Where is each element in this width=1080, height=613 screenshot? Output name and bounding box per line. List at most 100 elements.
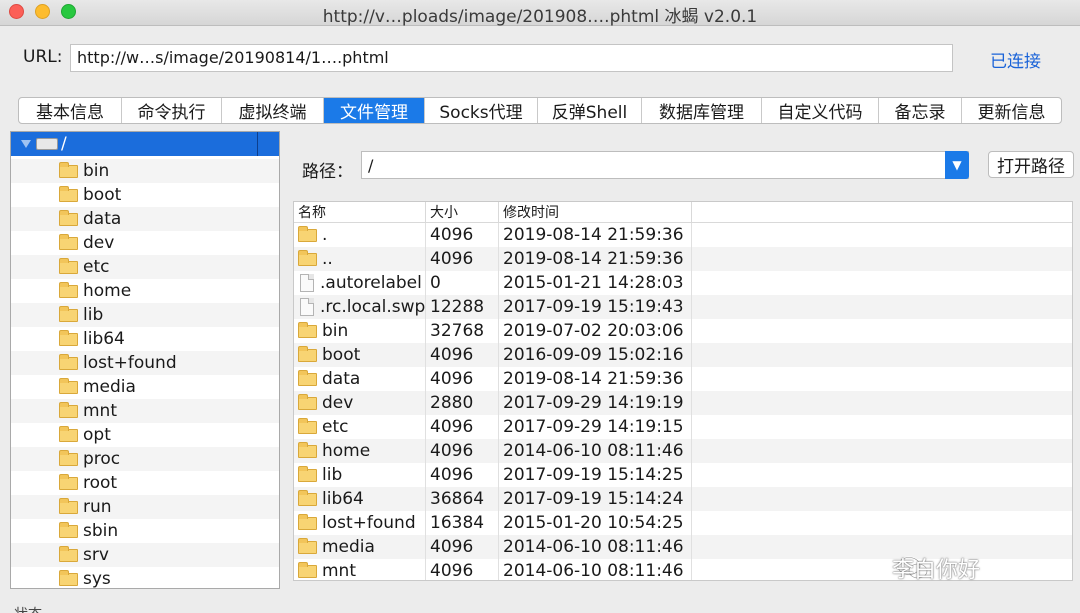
tree-item[interactable]: lib xyxy=(11,303,279,327)
file-name: bin xyxy=(322,321,349,341)
tree-item[interactable]: run xyxy=(11,495,279,519)
tree-item-label: sys xyxy=(83,569,111,589)
tab-custom-code[interactable]: 自定义代码 xyxy=(762,98,879,123)
tab-reverse-shell[interactable]: 反弹Shell xyxy=(538,98,642,123)
table-row[interactable]: boot 4096 2016-09-09 15:02:16 xyxy=(294,343,1072,367)
table-row[interactable]: data 4096 2019-08-14 21:59:36 xyxy=(294,367,1072,391)
cell-modified: 2017-09-19 15:14:24 xyxy=(499,487,692,511)
column-header-name[interactable]: 名称 xyxy=(294,202,426,222)
table-row[interactable]: lib64 36864 2017-09-19 15:14:24 xyxy=(294,487,1072,511)
cell-modified: 2017-09-29 14:19:15 xyxy=(499,415,692,439)
tab-command-exec[interactable]: 命令执行 xyxy=(122,98,222,123)
tree-item[interactable]: media xyxy=(11,375,279,399)
expand-triangle-icon[interactable] xyxy=(21,140,31,148)
tab-update-info[interactable]: 更新信息 xyxy=(962,98,1061,123)
tree-item[interactable]: root xyxy=(11,471,279,495)
file-name: media xyxy=(322,537,375,557)
open-path-button[interactable]: 打开路径 xyxy=(988,151,1074,178)
tree-item[interactable]: data xyxy=(11,207,279,231)
file-name: mnt xyxy=(322,561,356,581)
cell-size: 36864 xyxy=(426,487,499,511)
cell-modified: 2019-07-02 20:03:06 xyxy=(499,319,692,343)
tab-bar: 基本信息 命令执行 虚拟终端 文件管理 Socks代理 反弹Shell 数据库管… xyxy=(18,97,1062,124)
folder-icon xyxy=(59,377,78,394)
table-row[interactable]: bin 32768 2019-07-02 20:03:06 xyxy=(294,319,1072,343)
window-title: http://v…ploads/image/201908….phtml 冰蝎 v… xyxy=(322,7,758,27)
cell-size: 4096 xyxy=(426,559,499,580)
file-name: lib64 xyxy=(322,489,364,509)
table-row[interactable]: home 4096 2014-06-10 08:11:46 xyxy=(294,439,1072,463)
file-name: etc xyxy=(322,417,349,437)
tree-item[interactable]: lib64 xyxy=(11,327,279,351)
tab-virtual-terminal[interactable]: 虚拟终端 xyxy=(222,98,324,123)
tab-database-manager[interactable]: 数据库管理 xyxy=(642,98,762,123)
tree-item[interactable]: etc xyxy=(11,255,279,279)
cell-name: media xyxy=(294,535,426,559)
path-combobox[interactable]: / ▼ xyxy=(361,151,969,179)
tree-item[interactable]: bin xyxy=(11,159,279,183)
folder-icon xyxy=(298,321,317,338)
folder-icon xyxy=(59,161,78,178)
path-value: / xyxy=(368,156,374,175)
tree-item[interactable]: srv xyxy=(11,543,279,567)
file-icon xyxy=(300,298,314,316)
cell-name: bin xyxy=(294,319,426,343)
file-name: . xyxy=(322,225,328,245)
tab-socks-proxy[interactable]: Socks代理 xyxy=(425,98,538,123)
folder-icon xyxy=(59,209,78,226)
url-label: URL: xyxy=(23,47,63,67)
table-row[interactable]: etc 4096 2017-09-29 14:19:15 xyxy=(294,415,1072,439)
tree-item[interactable]: sys xyxy=(11,567,279,589)
directory-tree[interactable]: / bin boot data dev etc home lib lib64 lost+foun… xyxy=(10,131,280,589)
column-header-size[interactable]: 大小 xyxy=(426,202,499,222)
tree-item[interactable]: lost+found xyxy=(11,351,279,375)
status-bar-label: 状态 xyxy=(14,604,42,613)
folder-icon xyxy=(59,329,78,346)
table-row[interactable]: .. 4096 2019-08-14 21:59:36 xyxy=(294,247,1072,271)
cell-size: 12288 xyxy=(426,295,499,319)
tree-item[interactable]: opt xyxy=(11,423,279,447)
tree-item-label: home xyxy=(83,281,132,301)
folder-icon xyxy=(59,185,78,202)
tab-notes[interactable]: 备忘录 xyxy=(879,98,962,123)
cell-modified: 2015-01-21 14:28:03 xyxy=(499,271,692,295)
file-name: .autorelabel xyxy=(320,273,422,293)
table-row[interactable]: lib 4096 2017-09-19 15:14:25 xyxy=(294,463,1072,487)
tree-item[interactable]: boot xyxy=(11,183,279,207)
cell-name: data xyxy=(294,367,426,391)
tab-basic-info[interactable]: 基本信息 xyxy=(19,98,122,123)
cell-size: 2880 xyxy=(426,391,499,415)
cell-name: lib xyxy=(294,463,426,487)
cell-size: 4096 xyxy=(426,439,499,463)
folder-icon xyxy=(298,225,317,242)
folder-icon xyxy=(59,569,78,586)
file-name: boot xyxy=(322,345,361,365)
table-row[interactable]: dev 2880 2017-09-29 14:19:19 xyxy=(294,391,1072,415)
tree-item[interactable]: sbin xyxy=(11,519,279,543)
cell-name: dev xyxy=(294,391,426,415)
table-row[interactable]: . 4096 2019-08-14 21:59:36 xyxy=(294,223,1072,247)
table-row[interactable]: lost+found 16384 2015-01-20 10:54:25 xyxy=(294,511,1072,535)
dropdown-arrow-icon[interactable]: ▼ xyxy=(945,151,969,179)
url-field[interactable]: http://w…s/image/20190814/1….phtml xyxy=(70,44,953,72)
cell-size: 4096 xyxy=(426,415,499,439)
tree-item[interactable]: proc xyxy=(11,447,279,471)
tab-file-manager[interactable]: 文件管理 xyxy=(324,98,425,123)
column-header-modified[interactable]: 修改时间 xyxy=(499,202,692,222)
tree-item[interactable]: home xyxy=(11,279,279,303)
cell-modified: 2014-06-10 08:11:46 xyxy=(499,535,692,559)
cell-size: 4096 xyxy=(426,247,499,271)
tree-item[interactable]: mnt xyxy=(11,399,279,423)
cell-name: . xyxy=(294,223,426,247)
cell-name: .. xyxy=(294,247,426,271)
cell-modified: 2019-08-14 21:59:36 xyxy=(499,223,692,247)
cell-size: 4096 xyxy=(426,535,499,559)
tree-item-label: etc xyxy=(83,257,110,277)
table-row[interactable]: .autorelabel 0 2015-01-21 14:28:03 xyxy=(294,271,1072,295)
folder-icon xyxy=(59,449,78,466)
tree-item-label: root xyxy=(83,473,118,493)
tree-item[interactable]: dev xyxy=(11,231,279,255)
table-row[interactable]: .rc.local.swp 12288 2017-09-19 15:19:43 xyxy=(294,295,1072,319)
tree-root-node[interactable]: / xyxy=(11,132,279,156)
cell-modified: 2019-08-14 21:59:36 xyxy=(499,247,692,271)
